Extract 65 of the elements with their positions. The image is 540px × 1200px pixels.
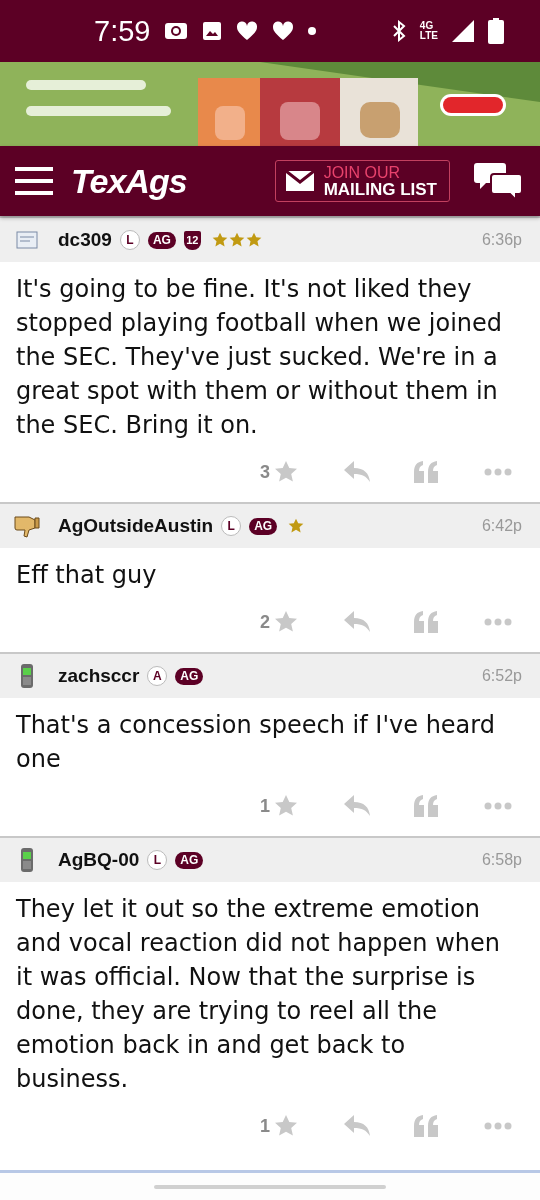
site-logo[interactable]: TexAgs: [71, 161, 187, 201]
heart-icon: [236, 21, 259, 41]
more-icon[interactable]: [484, 1122, 512, 1130]
reply-icon[interactable]: [344, 611, 370, 633]
bluetooth-icon: [391, 20, 406, 42]
like-count: 1: [260, 795, 270, 817]
more-icon[interactable]: [484, 618, 512, 626]
username[interactable]: dc309: [58, 229, 112, 251]
star-icon[interactable]: [274, 1114, 298, 1138]
reply-icon[interactable]: [344, 1115, 370, 1137]
user-badge: L: [119, 230, 140, 250]
quote-icon[interactable]: [414, 795, 438, 817]
more-icon[interactable]: [484, 468, 512, 476]
quote-icon[interactable]: [414, 461, 438, 483]
star-icon[interactable]: [274, 794, 298, 818]
user-badge: AG: [249, 517, 278, 535]
like-count: 1: [260, 1115, 270, 1137]
user-badge: L: [221, 516, 242, 536]
post-time: 6:42p: [481, 517, 522, 535]
phone-icon: [20, 663, 34, 689]
username[interactable]: AgOutsideAustin: [58, 515, 214, 537]
signal-icon: [452, 20, 474, 42]
dot-icon: [308, 27, 317, 35]
quote-icon[interactable]: [414, 1115, 438, 1137]
user-badge: A: [147, 666, 168, 686]
thumbs-down-icon: [13, 514, 41, 538]
home-indicator[interactable]: [154, 1185, 386, 1189]
menu-icon[interactable]: [15, 167, 53, 195]
clock: 7:59: [94, 14, 151, 48]
rank-star-icon: [228, 232, 245, 248]
post-text: They let it out so the extreme emotion and vocal reaction did not happen when it was official. Now that the surprise is done, they are trying to reel all the emotion back in and get back to business.: [15, 894, 501, 1095]
star-icon[interactable]: [274, 460, 298, 484]
camera-icon: [164, 21, 189, 41]
phone-icon: [20, 847, 34, 873]
username[interactable]: AgBQ-00: [58, 849, 140, 871]
like-count: 3: [260, 461, 270, 483]
rank-star-icon: [288, 518, 305, 534]
user-badge: AG: [175, 667, 204, 685]
note-icon: [15, 228, 39, 252]
network-label: 4G LTE: [419, 21, 438, 41]
more-icon[interactable]: [484, 802, 512, 810]
reply-icon[interactable]: [344, 795, 370, 817]
rank-star-icon: [245, 232, 262, 248]
reply-icon[interactable]: [344, 461, 370, 483]
post-text: It's going to be fine. It's not liked they stopped playing football when we joined the SEC. They've just sucked. We're in a great spot with them or without them in the SEC. Bring it on.: [15, 274, 504, 441]
post-time: 6:36p: [481, 231, 522, 249]
image-icon: [202, 21, 223, 41]
rank-star-icon: [211, 232, 228, 248]
mailing-list-button[interactable]: JOIN OUR MAILING LIST: [274, 160, 450, 202]
post-time: 6:58p: [481, 851, 522, 869]
post-text: That's a concession speech if I've heard one: [15, 710, 496, 775]
envelope-icon: [285, 171, 314, 191]
user-badge: AG: [147, 231, 176, 249]
quote-icon[interactable]: [414, 611, 438, 633]
user-badge: AG: [175, 851, 204, 869]
heart-icon: [272, 21, 295, 41]
star-icon[interactable]: [274, 610, 298, 634]
post-time: 6:52p: [481, 667, 522, 685]
user-badge: 12: [183, 230, 201, 250]
like-count: 2: [260, 611, 270, 633]
post-text: Eff that guy: [15, 560, 158, 591]
username[interactable]: zachsccr: [58, 665, 140, 687]
user-badge: L: [147, 850, 168, 870]
chat-bubbles-icon[interactable]: [474, 161, 522, 201]
battery-icon: [488, 18, 504, 44]
